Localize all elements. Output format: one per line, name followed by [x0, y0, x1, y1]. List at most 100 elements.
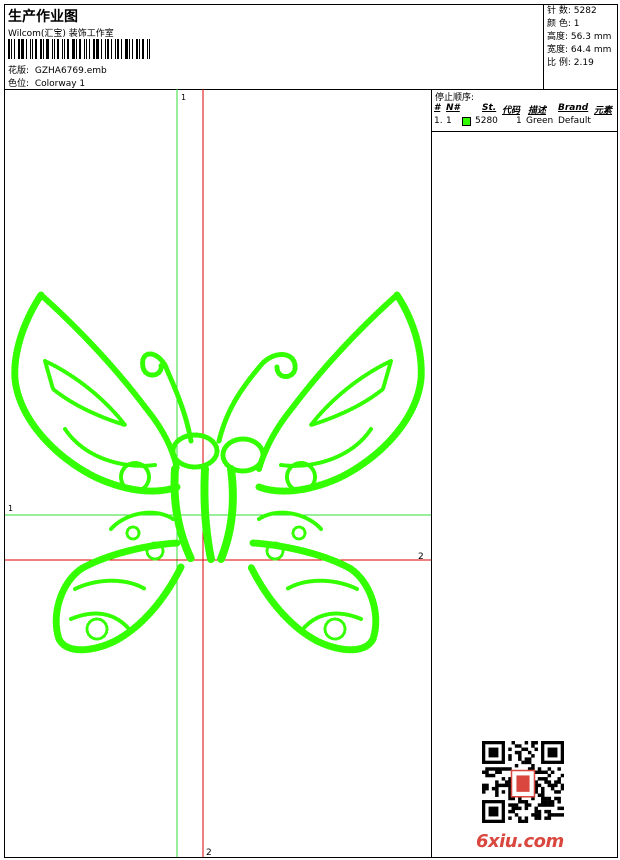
col-index-header: # [434, 103, 441, 113]
qr-module [524, 819, 529, 823]
qr-module [485, 770, 489, 774]
qr-module [557, 780, 561, 784]
barcode-bar [40, 39, 42, 59]
qr-module [557, 767, 561, 771]
qr-module [527, 757, 532, 761]
qr-module [518, 750, 522, 755]
qr-module [541, 770, 545, 774]
qr-module [518, 744, 522, 748]
barcode-bar [136, 39, 138, 59]
qr-module [518, 806, 522, 811]
qr-module [511, 803, 515, 807]
qr-module [521, 747, 525, 752]
qr-module [550, 786, 555, 791]
left-small-circle [125, 525, 141, 541]
right-lower-wing-scrolls [285, 578, 363, 631]
qr-module [508, 809, 512, 814]
qr-module [498, 770, 502, 774]
barcode-bar [18, 39, 20, 59]
left-upper-wing-inner-edge [38, 292, 180, 472]
qr-module [508, 816, 512, 820]
barcode-bar [46, 39, 49, 59]
site-watermark: 6xiu.com [476, 831, 564, 852]
qr-module [544, 803, 548, 807]
left-lower-wing-edge [52, 539, 185, 654]
design-height-label: 高度: [547, 32, 569, 42]
qr-module [534, 816, 538, 820]
qr-module [488, 773, 493, 778]
barcode-bar [129, 39, 130, 59]
col-stitches-header: St. [482, 103, 497, 113]
left-lower-wing-scrolls [69, 578, 147, 631]
barcode-bar [139, 39, 140, 59]
qr-module [550, 813, 555, 817]
barcode-bar [121, 39, 122, 59]
qr-module [534, 806, 538, 811]
right-upper-wing-inner-edge [256, 292, 400, 472]
qr-module [557, 790, 561, 794]
qr-module [541, 793, 545, 797]
qr-module [547, 796, 552, 801]
qr-module [518, 800, 522, 804]
qr-module [544, 770, 548, 774]
row-n: 1 [446, 116, 452, 126]
barcode-bar [54, 39, 55, 59]
design-canvas: 1 1 2 2 [5, 89, 431, 857]
design-width-value: 64.4 mm [570, 45, 612, 55]
design-file-value: GZHA6769.emb [34, 66, 107, 76]
scale-ratio-label: 比 例: [547, 58, 571, 68]
qr-module [541, 803, 545, 807]
qr-module [524, 803, 529, 807]
qr-module [482, 770, 486, 774]
qr-module [491, 786, 496, 791]
qr-module [521, 760, 525, 765]
qr-module [544, 796, 548, 801]
qr-module [534, 741, 538, 745]
qr-module [485, 767, 489, 771]
guide-label-v1: 1 [181, 93, 186, 102]
right-upper-wing-scroll [279, 427, 373, 468]
col-element-header: 元素 [594, 106, 613, 116]
qr-module [557, 813, 561, 817]
qr-module [521, 819, 525, 823]
qr-module [498, 767, 502, 771]
barcode-bar [149, 39, 150, 59]
qr-module [537, 783, 542, 788]
qr-module [534, 747, 538, 752]
barcode-bar [21, 39, 24, 59]
design-preview: 1 1 2 2 [5, 89, 432, 857]
qr-module [531, 741, 535, 745]
guide-label-h2: 2 [418, 552, 424, 562]
col-brand-header: Brand [558, 103, 589, 113]
barcode-bar [79, 39, 81, 59]
color-count-label: 颜 色: [547, 19, 571, 29]
qr-module [495, 790, 499, 794]
qr-module [554, 813, 558, 817]
qr-module [544, 816, 548, 820]
barcode-bar [64, 39, 65, 59]
qr-seal-mark [516, 775, 530, 792]
qr-module [514, 803, 519, 807]
left-lower-wing-eye [85, 617, 109, 641]
qr-module [560, 786, 564, 791]
barcode-bar [101, 39, 102, 59]
qr-module [508, 803, 512, 807]
barcode-bar [96, 39, 99, 59]
barcode-bar [117, 39, 119, 59]
barcode-bar [115, 39, 116, 59]
stop-sequence-title: 停止顺序: [435, 93, 475, 103]
right-lower-wing-eye [323, 617, 347, 641]
stop-sequence-row: 1. 1 5280 1 Green Default [432, 116, 617, 128]
barcode-bar [26, 39, 27, 59]
qr-finder [488, 806, 499, 817]
qr-module [514, 744, 519, 748]
barcode-bar [86, 39, 87, 59]
qr-module [488, 767, 493, 771]
qr-module [527, 760, 532, 765]
qr-module [547, 773, 552, 778]
qr-module [537, 816, 542, 820]
qr-module [554, 790, 558, 794]
colorway-row: 色位: Colorway 1 [8, 76, 85, 89]
qr-module [541, 777, 545, 781]
qr-module [508, 754, 512, 758]
